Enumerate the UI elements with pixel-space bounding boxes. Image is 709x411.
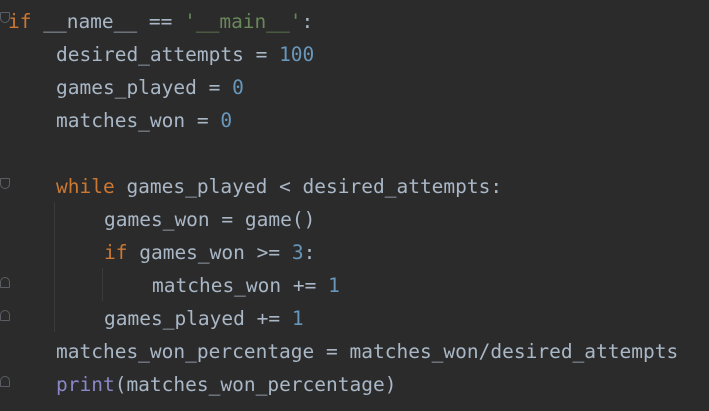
code-text: __name__ == — [31, 10, 185, 33]
code-text: desired_attempts = — [56, 43, 280, 66]
code-text: matches_won_percentage = matches_won/des… — [56, 340, 679, 363]
string-literal: '__main__' — [184, 10, 302, 33]
number-literal: 0 — [232, 76, 244, 99]
number-literal: 1 — [328, 274, 340, 297]
code-text: (matches_won_percentage) — [114, 373, 397, 396]
number-literal: 3 — [291, 241, 304, 264]
builtin-print: print — [56, 373, 115, 396]
code-line-8[interactable]: if games_won >= 3: — [8, 236, 315, 269]
code-text: games_played = — [56, 76, 233, 99]
number-literal: 100 — [279, 43, 315, 66]
code-line-9[interactable]: matches_won += 1 — [8, 269, 340, 302]
keyword-if: if — [8, 10, 32, 33]
code-text: games_played < desired_attempts: — [114, 175, 503, 198]
number-literal: 1 — [291, 307, 304, 330]
code-line-7[interactable]: games_won = game() — [8, 203, 315, 236]
number-literal: 0 — [220, 109, 233, 132]
keyword-if: if — [104, 241, 128, 264]
code-line-2[interactable]: desired_attempts = 100 — [8, 38, 314, 71]
code-line-12[interactable]: print(matches_won_percentage) — [8, 368, 396, 401]
code-line-4[interactable]: matches_won = 0 — [8, 104, 232, 137]
keyword-while: while — [56, 175, 115, 198]
code-text: games_played += — [104, 307, 292, 330]
code-text: : — [303, 241, 316, 264]
code-editor[interactable]: if __name__ == '__main__': desired_attem… — [0, 0, 709, 411]
code-line-11[interactable]: matches_won_percentage = matches_won/des… — [8, 335, 678, 368]
code-line-6[interactable]: while games_played < desired_attempts: — [8, 170, 502, 203]
code-line-1[interactable]: if __name__ == '__main__': — [8, 5, 313, 38]
code-line-10[interactable]: games_played += 1 — [8, 302, 304, 335]
code-text: matches_won = — [56, 109, 221, 132]
code-line-3[interactable]: games_played = 0 — [8, 71, 244, 104]
code-text: games_won >= — [127, 241, 292, 264]
code-text: : — [301, 10, 314, 33]
code-text: games_won = game() — [104, 208, 316, 231]
code-text: matches_won += — [152, 274, 329, 297]
